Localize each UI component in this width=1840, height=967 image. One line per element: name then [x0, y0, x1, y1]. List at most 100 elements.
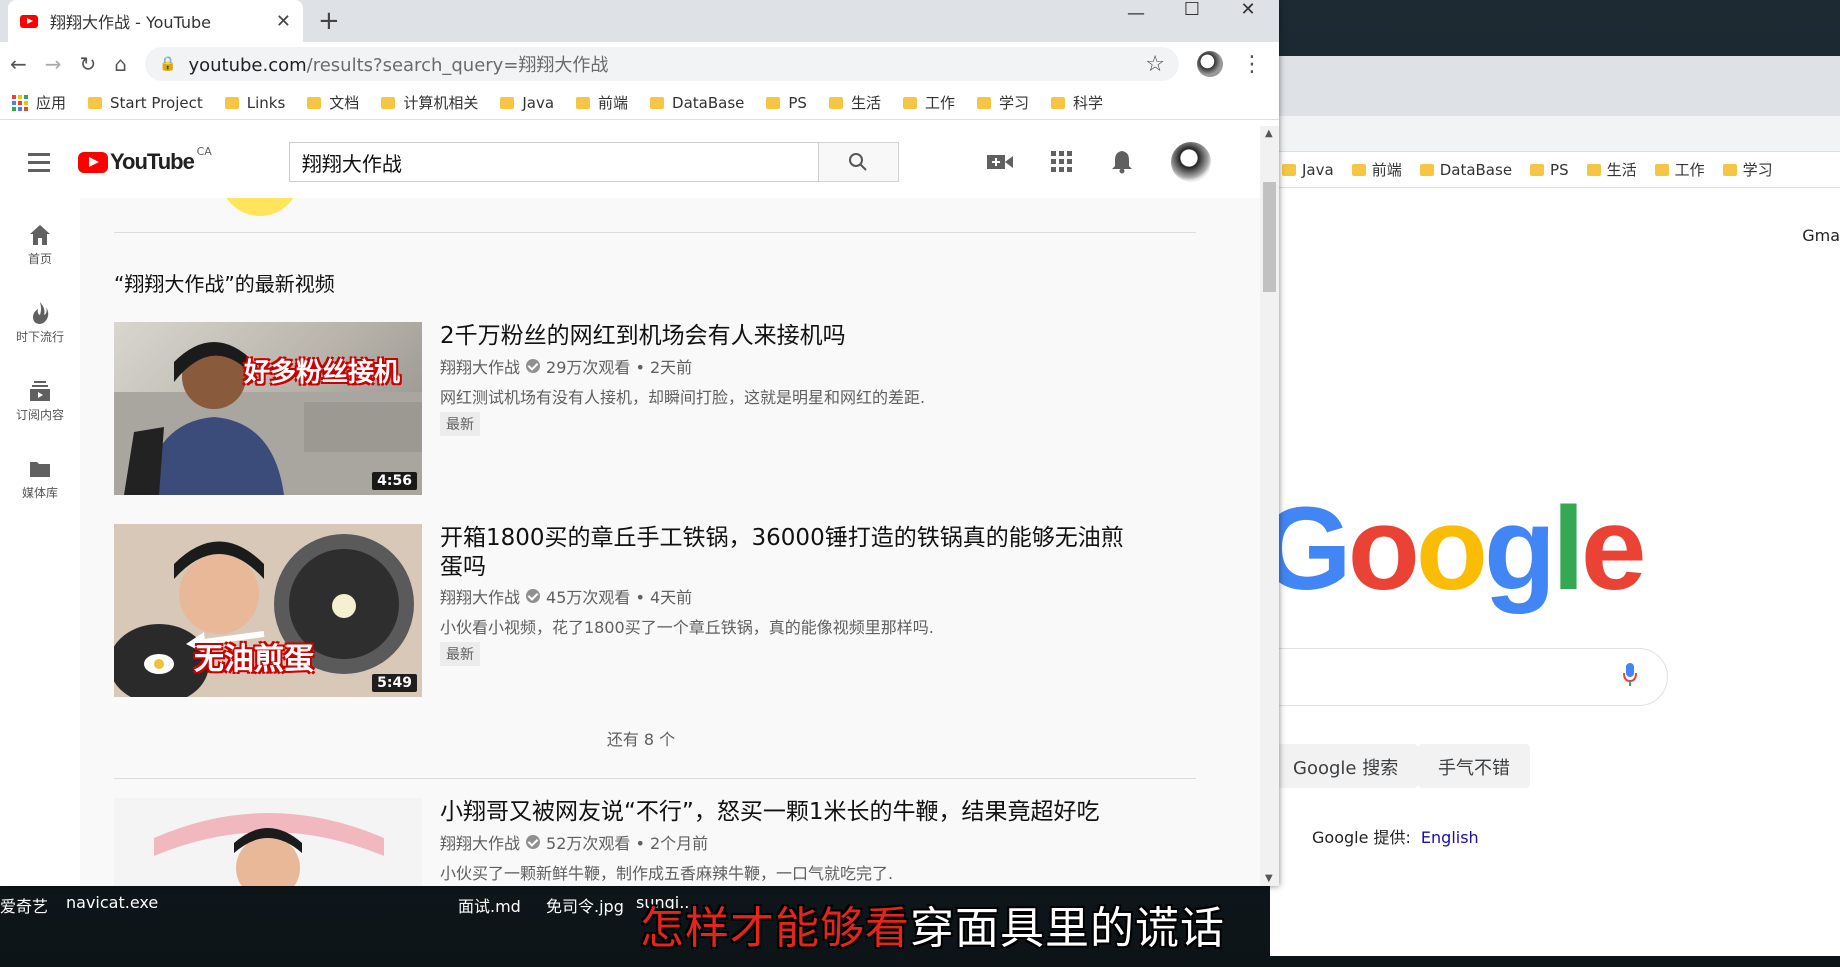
scroll-down-icon[interactable]: ▼ — [1265, 873, 1273, 884]
duration-badge: 4:56 — [372, 472, 417, 490]
video-description: 网红测试机场有没有人接机，却瞬间打脸，这就是明星和网红的差距. — [440, 388, 926, 407]
youtube-logo[interactable]: YouTube CA — [78, 145, 212, 175]
bookmark-work[interactable]: 工作 — [1654, 159, 1705, 180]
results-content: “翔翔大作战”的最新视频 好多粉丝接机 4:56 2千万粉丝的网红到机场会有人来… — [86, 198, 1256, 886]
apps-grid-icon[interactable] — [1050, 151, 1073, 173]
bookmark-database[interactable]: DataBase — [1419, 161, 1512, 179]
taskbar-item[interactable]: 免司令.jpg — [546, 893, 624, 917]
scrollbar-thumb[interactable] — [1263, 182, 1276, 292]
account-avatar[interactable] — [1170, 142, 1211, 182]
nav-subscriptions[interactable]: 订阅内容 — [0, 376, 80, 423]
folder-icon — [224, 96, 239, 109]
hamburger-menu-icon[interactable] — [28, 152, 50, 172]
bookmark-science[interactable]: 科学 — [1051, 92, 1103, 113]
nav-trending[interactable]: 时下流行 — [0, 298, 80, 345]
lock-icon: 🔒 — [159, 56, 177, 72]
video-title[interactable]: 开箱1800买的章丘手工铁锅，36000锤打造的铁锅真的能够无油煎蛋吗 — [440, 524, 1140, 582]
bookmark-docs[interactable]: 文档 — [307, 92, 359, 113]
bookmark-frontend[interactable]: 前端 — [1351, 159, 1402, 180]
youtube-play-icon — [78, 151, 108, 173]
bookmark-java[interactable]: Java — [1282, 161, 1334, 179]
minimize-button[interactable]: — — [1108, 5, 1164, 23]
forward-icon[interactable]: → — [45, 52, 62, 76]
duration-badge: 5:49 — [372, 674, 417, 692]
reload-icon[interactable]: ↻ — [80, 52, 97, 76]
menu-dots-icon[interactable]: ⋮ — [1241, 52, 1263, 77]
new-tab-button[interactable]: + — [318, 6, 340, 36]
thumbnail-image — [114, 798, 422, 886]
masthead-actions — [986, 142, 1211, 182]
new-badge: 最新 — [440, 412, 480, 436]
gmail-link[interactable]: Gma — [1802, 226, 1840, 245]
bookmark-apps[interactable]: 应用 — [12, 92, 66, 113]
bookmark-life[interactable]: 生活 — [828, 92, 881, 113]
show-more-button[interactable]: 还有 8 个 — [86, 726, 1196, 750]
create-video-icon[interactable] — [986, 153, 1013, 171]
channel-name[interactable]: 翔翔大作战 — [440, 584, 520, 608]
taskbar-item[interactable]: 面试.md — [458, 893, 521, 917]
bookmark-frontend[interactable]: 前端 — [576, 92, 628, 113]
bookmark-start-project[interactable]: Start Project — [88, 94, 203, 112]
tab-youtube[interactable]: 翔翔大作战 - YouTube ✕ — [8, 0, 303, 42]
maximize-button[interactable]: ☐ — [1164, 1, 1220, 19]
bookmark-ps[interactable]: PS — [766, 94, 807, 112]
search-input[interactable]: 翔翔大作战 — [288, 142, 819, 182]
library-icon — [30, 462, 50, 477]
window-close-button[interactable]: ✕ — [1220, 1, 1276, 19]
home-icon[interactable]: ⌂ — [114, 52, 127, 76]
trending-icon — [33, 302, 49, 324]
video-thumbnail[interactable]: 无油煎蛋 5:49 — [114, 524, 422, 697]
search-button[interactable] — [818, 142, 899, 182]
desktop: Java 前端 DataBase PS 生活 工作 学习 Gma Google … — [0, 0, 1840, 967]
address-bar[interactable]: 🔒 youtube.com/results?search_query=翔翔大作战… — [145, 47, 1179, 81]
browser-toolbar: ← → ↻ ⌂ 🔒 youtube.com/results?search_que… — [0, 42, 1279, 86]
bookmark-computer[interactable]: 计算机相关 — [381, 92, 478, 113]
apps-grid-icon — [12, 94, 28, 111]
thumbnail-image — [114, 342, 422, 495]
bookmark-links[interactable]: Links — [224, 94, 285, 112]
video-description: 小伙看小视频，花了1800买了一个章丘铁锅，真的能像视频里那样吗. — [440, 618, 934, 637]
folder-icon — [1586, 163, 1601, 176]
video-title[interactable]: 2千万粉丝的网红到机场会有人来接机吗 — [440, 322, 1140, 351]
taskbar-item[interactable]: navicat.exe — [66, 893, 158, 912]
nav-library[interactable]: 媒体库 — [0, 454, 80, 501]
google-search-button[interactable]: Google 搜索 — [1273, 744, 1419, 788]
bookmark-study[interactable]: 学习 — [976, 92, 1029, 113]
bookmark-java[interactable]: Java — [500, 94, 554, 112]
video-thumbnail[interactable] — [114, 798, 422, 886]
bookmark-work[interactable]: 工作 — [902, 92, 955, 113]
verified-icon — [526, 835, 541, 849]
tab-close-icon[interactable]: ✕ — [276, 11, 291, 32]
language-link[interactable]: English — [1421, 828, 1479, 847]
scroll-up-icon[interactable]: ▲ — [1265, 128, 1273, 139]
folder-icon — [976, 96, 991, 109]
video-thumbnail[interactable]: 好多粉丝接机 4:56 — [114, 322, 422, 495]
video-result[interactable]: 小翔哥又被网友说“不行”，怒买一颗1米长的牛鞭，结果竟超好吃 翔翔大作战 52万… — [114, 798, 1114, 886]
video-result[interactable]: 无油煎蛋 5:49 开箱1800买的章丘手工铁锅，36000锤打造的铁锅真的能够… — [114, 524, 1124, 699]
video-result[interactable]: 好多粉丝接机 4:56 2千万粉丝的网红到机场会有人来接机吗 翔翔大作战 29万… — [114, 322, 1114, 497]
mic-icon[interactable] — [1623, 663, 1637, 687]
channel-name[interactable]: 翔翔大作战 — [440, 830, 520, 854]
chrome-window: 翔翔大作战 - YouTube ✕ + — ☐ ✕ ← → ↻ ⌂ 🔒 yout… — [0, 0, 1279, 886]
page-scrollbar[interactable]: ▲ ▼ — [1260, 126, 1279, 886]
video-description: 小伙买了一颗新鲜牛鞭，制作成五香麻辣牛鞭，一口气就吃完了. — [440, 864, 894, 883]
google-logo: Google — [1260, 483, 1646, 615]
thumbnail-caption: 好多粉丝接机 — [244, 358, 401, 388]
notifications-bell-icon[interactable] — [1111, 150, 1133, 174]
subscriptions-icon — [30, 381, 50, 401]
bookmark-study[interactable]: 学习 — [1722, 159, 1773, 180]
folder-icon — [1351, 163, 1366, 176]
search-icon — [849, 153, 868, 171]
video-title[interactable]: 小翔哥又被网友说“不行”，怒买一颗1米长的牛鞭，结果竟超好吃 — [440, 798, 1140, 827]
back-icon[interactable]: ← — [10, 52, 27, 76]
bookmark-ps[interactable]: PS — [1530, 161, 1569, 179]
channel-name[interactable]: 翔翔大作战 — [440, 354, 520, 378]
feeling-lucky-button[interactable]: 手气不错 — [1418, 744, 1530, 788]
google-search-input[interactable] — [1240, 648, 1668, 706]
bookmark-star-icon[interactable]: ☆ — [1145, 52, 1165, 77]
taskbar-item[interactable]: 爱奇艺 — [0, 893, 48, 917]
profile-avatar[interactable] — [1197, 51, 1223, 77]
nav-home[interactable]: 首页 — [0, 220, 80, 267]
bookmark-life[interactable]: 生活 — [1586, 159, 1637, 180]
bookmark-database[interactable]: DataBase — [650, 94, 744, 112]
